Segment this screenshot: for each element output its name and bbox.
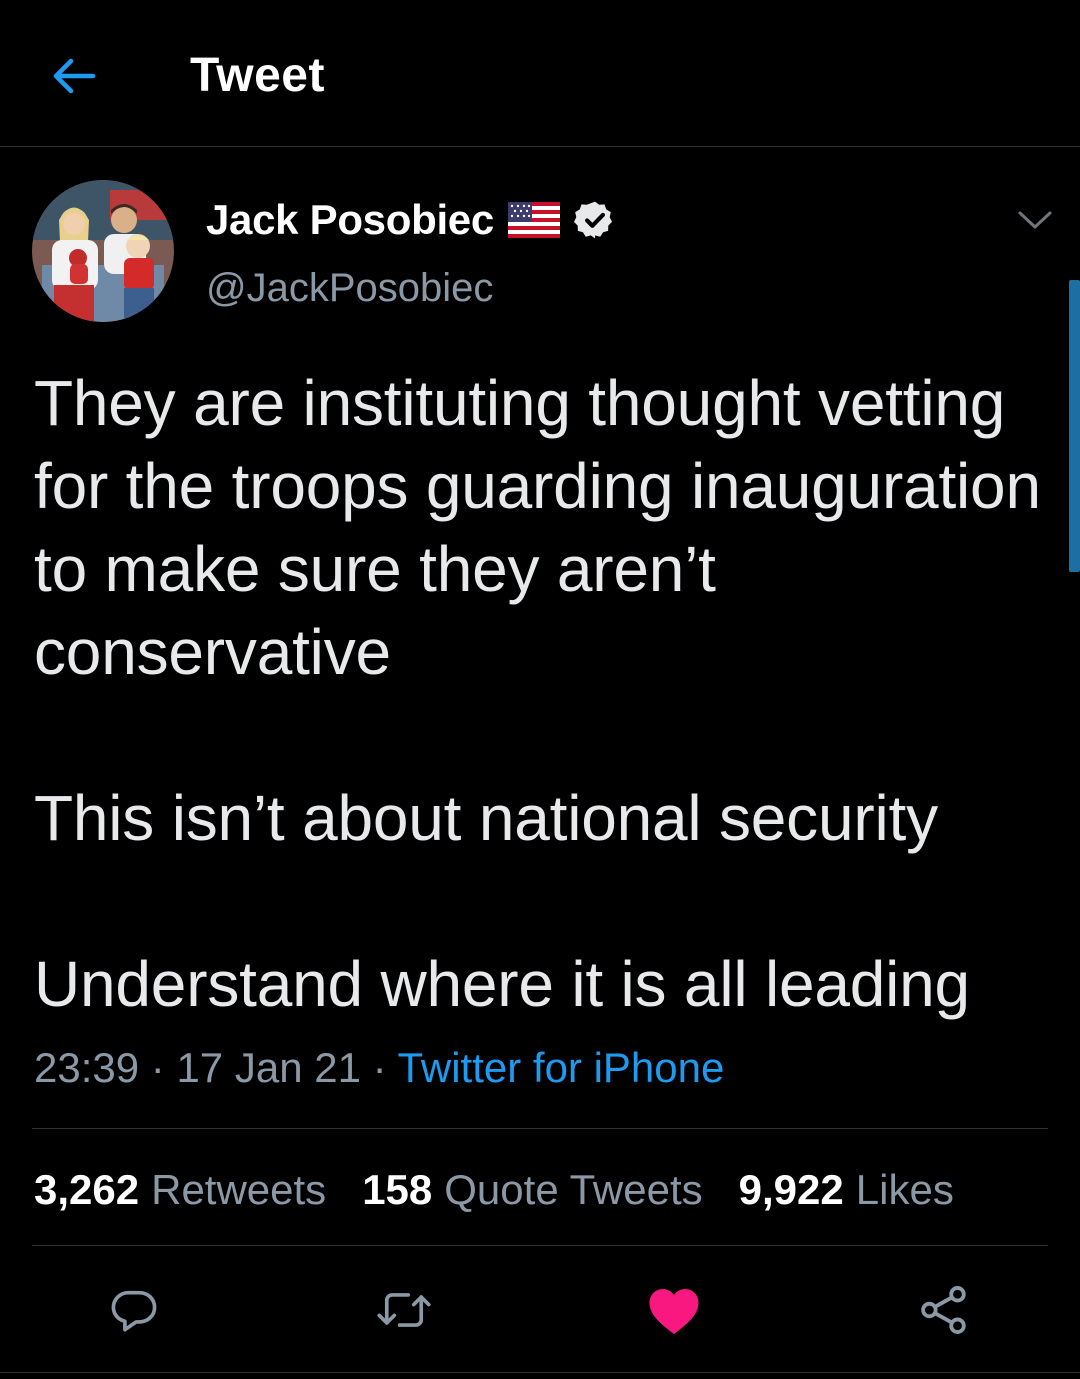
page-title: Tweet [190, 49, 325, 102]
likes-stat[interactable]: 9,922 Likes [739, 1162, 954, 1218]
retweets-stat[interactable]: 3,262 Retweets [34, 1162, 326, 1218]
reply-button[interactable] [104, 1280, 164, 1340]
author-handle[interactable]: @JackPosobiec [206, 262, 493, 314]
quote-tweets-stat[interactable]: 158 Quote Tweets [362, 1162, 702, 1218]
meta-separator: · [150, 1044, 165, 1091]
tweet-stats: 3,262 Retweets 158 Quote Tweets 9,922 Likes [34, 1162, 954, 1218]
us-flag-icon [507, 202, 560, 238]
meta-separator: · [372, 1044, 387, 1091]
tweet-meta: 23:39 · 17 Jan 21 · Twitter for iPhone [34, 1040, 724, 1096]
tweet-time: 23:39 [34, 1044, 140, 1091]
tweet-text: They are instituting thought vetting for… [34, 362, 1044, 1026]
share-button[interactable] [914, 1280, 974, 1340]
retweets-label: Retweets [151, 1166, 327, 1213]
verified-badge-icon [573, 201, 612, 239]
divider [32, 1245, 1048, 1246]
retweets-count: 3,262 [34, 1166, 140, 1213]
like-button[interactable] [644, 1280, 704, 1340]
quote-tweets-label: Quote Tweets [444, 1166, 703, 1213]
tweet-paragraph: They are instituting thought vetting for… [34, 367, 1041, 688]
likes-label: Likes [855, 1166, 954, 1213]
author-name-row: Jack Posobiec [206, 192, 616, 248]
share-icon [921, 1286, 966, 1334]
tweet-paragraph: Understand where it is all leading [34, 948, 970, 1020]
divider [32, 1128, 1048, 1129]
back-button[interactable] [44, 46, 104, 106]
top-bar: Tweet [0, 0, 1080, 147]
chevron-down-icon [1018, 211, 1052, 229]
avatar[interactable] [32, 180, 174, 322]
retweet-icon [377, 1293, 431, 1327]
likes-count: 9,922 [738, 1166, 844, 1213]
arrow-left-icon [53, 58, 96, 94]
tweet-date: 17 Jan 21 [176, 1044, 361, 1091]
heart-icon [649, 1289, 699, 1335]
tweet-source-link[interactable]: Twitter for iPhone [398, 1044, 725, 1091]
retweet-button[interactable] [374, 1280, 434, 1340]
tweet-paragraph: This isn’t about national security [34, 782, 938, 854]
quote-tweets-count: 158 [362, 1166, 433, 1213]
author-name[interactable]: Jack Posobiec [206, 196, 494, 244]
divider [0, 1372, 1080, 1373]
more-options-button[interactable] [1012, 200, 1058, 240]
avatar-photo [32, 180, 174, 322]
reply-icon [111, 1290, 157, 1332]
scrollbar-thumb[interactable] [1069, 280, 1080, 572]
